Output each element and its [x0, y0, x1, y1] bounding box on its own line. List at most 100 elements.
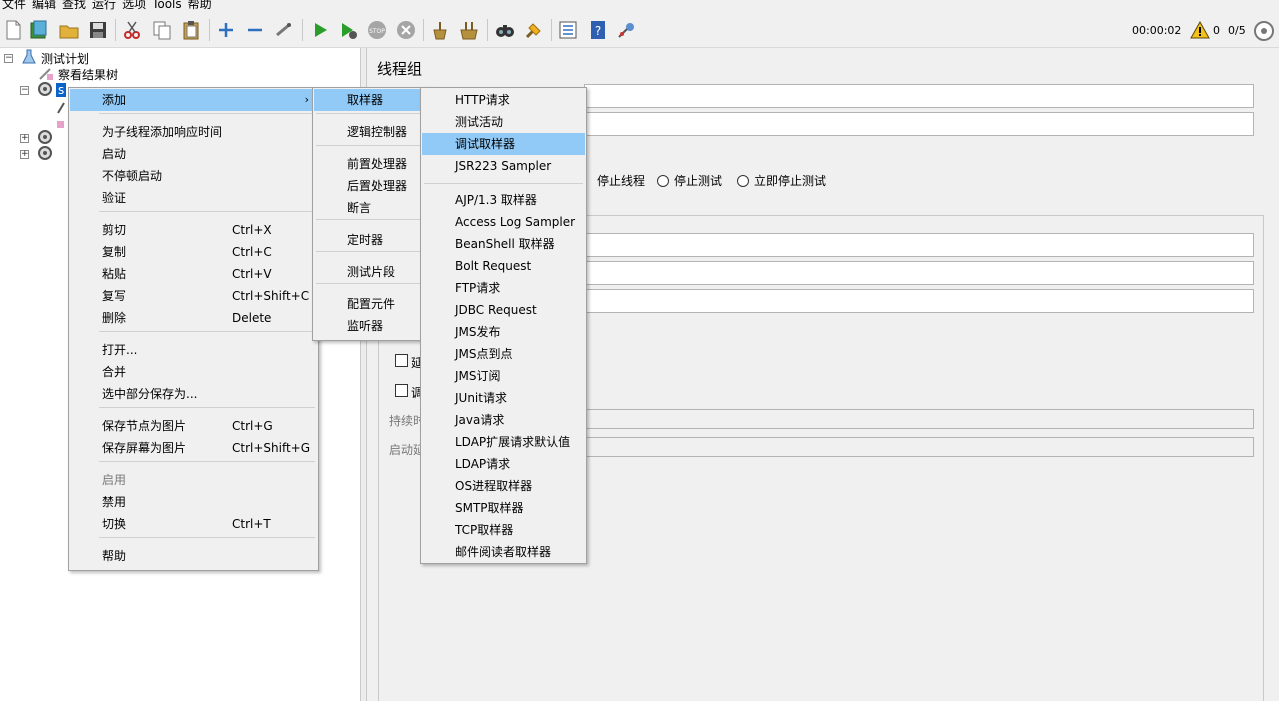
sampler-submenu-item-10[interactable]: JMS发布 — [422, 321, 585, 343]
tree-node-thread-group-selected[interactable]: − s — [20, 81, 67, 98]
context-menu-item-8[interactable]: 复写 Ctrl+Shift+C — [70, 285, 317, 307]
sampler-submenu-item-14[interactable]: Java请求 — [422, 409, 585, 431]
context-menu-item-18[interactable]: 帮助 — [70, 545, 317, 567]
sampler-submenu-item-16[interactable]: LDAP请求 — [422, 453, 585, 475]
sampler-submenu-item-12[interactable]: JMS订阅 — [422, 365, 585, 387]
paste-icon[interactable] — [180, 19, 202, 41]
add-submenu-item-3[interactable]: 后置处理器› — [314, 175, 432, 197]
scheduler-checkbox[interactable] — [395, 384, 408, 397]
stop-icon[interactable]: STOP — [366, 19, 388, 41]
context-menu-item-16[interactable]: 禁用 — [70, 491, 317, 513]
shutdown-icon[interactable] — [395, 19, 417, 41]
function-helper-icon[interactable] — [557, 19, 579, 41]
start-no-pause-icon[interactable] — [337, 19, 359, 41]
add-submenu-item-4[interactable]: 断言› — [314, 197, 432, 219]
sampler-submenu-item-13[interactable]: JUnit请求 — [422, 387, 585, 409]
context-menu-item-17[interactable]: 切换 Ctrl+T — [70, 513, 317, 535]
sampler-submenu-item-17[interactable]: OS进程取样器 — [422, 475, 585, 497]
menu-item-shortcut: Delete — [232, 311, 272, 325]
radio-stop-test[interactable]: 停止测试 — [657, 172, 722, 189]
menu-tools[interactable]: Tools — [150, 0, 186, 10]
add-submenu-item-8[interactable]: 监听器› — [314, 315, 432, 337]
context-menu-item-5[interactable]: 剪切 Ctrl+X — [70, 219, 317, 241]
sampler-submenu-item-1[interactable]: 测试活动 — [422, 111, 585, 133]
sampler-submenu-item-8[interactable]: FTP请求 — [422, 277, 585, 299]
menu-edit[interactable]: 编辑 — [30, 0, 60, 10]
sampler-submenu-item-9[interactable]: JDBC Request — [422, 299, 585, 321]
sampler-submenu-item-19[interactable]: TCP取样器 — [422, 519, 585, 541]
menu-help[interactable]: 帮助 — [186, 0, 216, 10]
context-menu-item-6[interactable]: 复制 Ctrl+C — [70, 241, 317, 263]
add-submenu-item-1[interactable]: 逻辑控制器› — [314, 121, 432, 143]
remote-icon[interactable] — [616, 19, 638, 41]
menu-search[interactable]: 查找 — [60, 0, 90, 10]
context-menu-item-11[interactable]: 合并 — [70, 361, 317, 383]
start-icon[interactable] — [309, 19, 331, 41]
context-menu-item-4[interactable]: 验证 — [70, 187, 317, 209]
context-menu-item-7[interactable]: 粘贴 Ctrl+V — [70, 263, 317, 285]
sampler-submenu-item-2[interactable]: 调试取样器 — [422, 133, 585, 155]
expand-icon[interactable]: + — [20, 133, 29, 143]
add-submenu-item-2[interactable]: 前置处理器› — [314, 153, 432, 175]
name-field[interactable] — [584, 84, 1254, 108]
add-submenu-item-5[interactable]: 定时器› — [314, 229, 432, 251]
clear-all-icon[interactable] — [458, 19, 480, 41]
menu-file[interactable]: 文件 — [0, 0, 30, 10]
sampler-submenu-item-6[interactable]: BeanShell 取样器 — [422, 233, 585, 255]
context-menu-item-3[interactable]: 不停顿启动 — [70, 165, 317, 187]
add-submenu-item-7[interactable]: 配置元件› — [314, 293, 432, 315]
startup-delay-field[interactable] — [584, 437, 1254, 457]
tree-node-child[interactable] — [56, 116, 66, 132]
menu-run[interactable]: 运行 — [90, 0, 120, 10]
context-menu-item-1[interactable]: 为子线程添加响应时间 — [70, 121, 317, 143]
toggle-icon[interactable] — [273, 19, 295, 41]
tree-node-thread-group[interactable]: + — [20, 145, 53, 162]
collapse-icon[interactable]: − — [20, 85, 29, 95]
loop-count-field[interactable] — [584, 289, 1254, 313]
context-menu-item-13[interactable]: 保存节点为图片 Ctrl+G — [70, 415, 317, 437]
add-submenu-item-6[interactable]: 测试片段› — [314, 261, 432, 283]
sampler-submenu-item-15[interactable]: LDAP扩展请求默认值 — [422, 431, 585, 453]
ramp-up-field[interactable] — [584, 261, 1254, 285]
expand-all-icon[interactable] — [215, 19, 237, 41]
context-menu-item-15[interactable]: 启用 — [70, 469, 317, 491]
menu-options[interactable]: 选项 — [120, 0, 150, 10]
context-menu-item-2[interactable]: 启动 — [70, 143, 317, 165]
context-menu-item-14[interactable]: 保存屏幕为图片 Ctrl+Shift+G — [70, 437, 317, 459]
clear-icon[interactable] — [429, 19, 451, 41]
sampler-submenu-item-5[interactable]: Access Log Sampler — [422, 211, 585, 233]
sampler-submenu-item-3[interactable]: JSR223 Sampler — [422, 155, 585, 177]
threads-field[interactable] — [584, 233, 1254, 257]
help-icon[interactable]: ? — [587, 19, 609, 41]
sampler-submenu-item-7[interactable]: Bolt Request — [422, 255, 585, 277]
tree-node-child[interactable] — [56, 100, 66, 116]
save-icon[interactable] — [87, 19, 109, 41]
comments-field[interactable] — [584, 112, 1254, 136]
open-folder-icon[interactable] — [58, 19, 80, 41]
sampler-submenu-item-20[interactable]: 邮件阅读者取样器 — [422, 541, 585, 563]
search-icon[interactable] — [494, 19, 516, 41]
reset-search-icon[interactable] — [523, 19, 545, 41]
context-menu-item-9[interactable]: 删除 Delete — [70, 307, 317, 329]
collapse-icon[interactable]: − — [4, 53, 13, 63]
expand-icon[interactable]: + — [20, 149, 29, 159]
context-menu-item-0[interactable]: 添加 › — [70, 89, 317, 111]
copy-icon[interactable] — [151, 19, 173, 41]
new-file-icon[interactable] — [2, 19, 24, 41]
sampler-submenu-item-4[interactable]: AJP/1.3 取样器 — [422, 189, 585, 211]
templates-icon[interactable] — [28, 19, 50, 41]
add-submenu-item-0[interactable]: 取样器› — [314, 89, 432, 111]
gear-icon[interactable] — [1253, 20, 1275, 45]
sampler-submenu-item-11[interactable]: JMS点到点 — [422, 343, 585, 365]
radio-stop-thread[interactable]: 停止线程 — [580, 172, 645, 189]
context-menu-item-10[interactable]: 打开... — [70, 339, 317, 361]
sampler-submenu-item-18[interactable]: SMTP取样器 — [422, 497, 585, 519]
collapse-all-icon[interactable] — [244, 19, 266, 41]
delay-checkbox[interactable] — [395, 354, 408, 367]
warning-icon[interactable] — [1190, 20, 1210, 42]
cut-icon[interactable] — [121, 19, 143, 41]
context-menu-item-12[interactable]: 选中部分保存为... — [70, 383, 317, 405]
radio-stop-test-now[interactable]: 立即停止测试 — [737, 172, 826, 189]
sampler-submenu-item-0[interactable]: HTTP请求 — [422, 89, 585, 111]
duration-field[interactable] — [584, 409, 1254, 429]
